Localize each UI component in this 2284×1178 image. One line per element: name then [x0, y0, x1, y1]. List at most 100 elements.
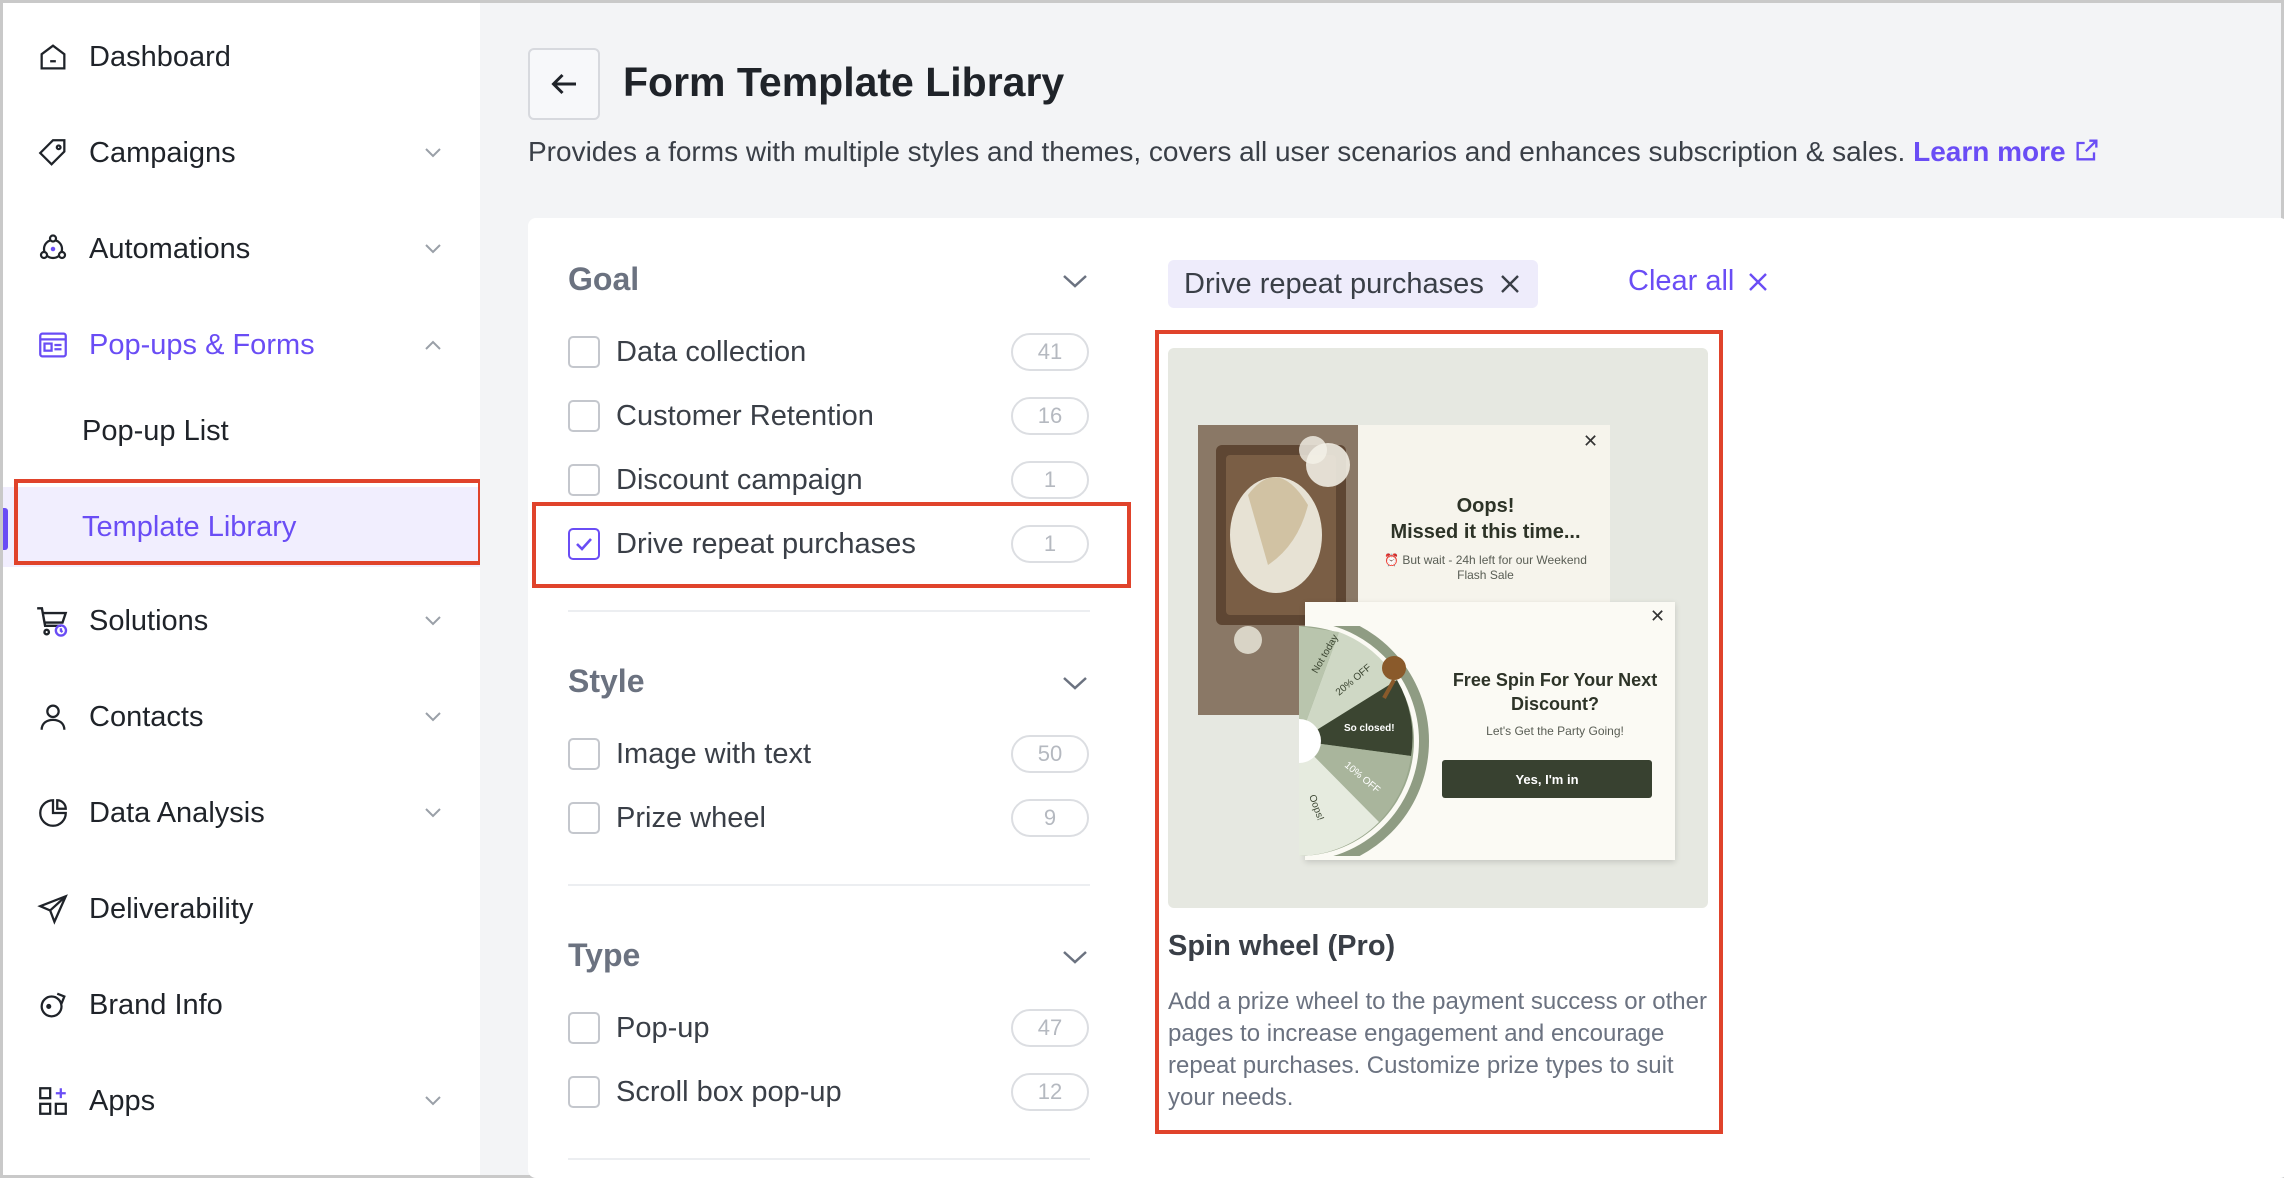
tag-icon — [33, 133, 73, 173]
divider — [568, 610, 1090, 612]
automation-icon — [33, 229, 73, 269]
filter-option-data-collection[interactable]: Data collection 41 — [568, 330, 1090, 374]
close-icon: ✕ — [1583, 431, 1599, 451]
back-button[interactable] — [528, 48, 600, 120]
sidebar-item-popups-forms[interactable]: Pop-ups & Forms — [3, 305, 480, 385]
popup-heading: Free Spin For Your Next Discount? — [1452, 670, 1658, 714]
clear-all-button[interactable]: Clear all — [1628, 265, 1770, 298]
pie-chart-icon — [33, 793, 73, 833]
chevron-down-icon — [421, 141, 445, 165]
style-section-title: Style — [568, 663, 645, 699]
sidebar-item-label: Automations — [89, 232, 251, 265]
sidebar-item-data-analysis[interactable]: Data Analysis — [3, 773, 480, 853]
checkbox[interactable] — [568, 738, 600, 770]
checkbox-checked[interactable] — [568, 528, 600, 560]
sidebar-item-label: Data Analysis — [89, 796, 265, 829]
sidebar-item-automations[interactable]: Automations — [3, 209, 480, 289]
filter-option-discount-campaign[interactable]: Discount campaign 1 — [568, 458, 1090, 502]
filter-count-badge: 47 — [1011, 1009, 1089, 1047]
template-preview[interactable]: ✕ Oops! Missed it this time... ⏰ But wai… — [1168, 348, 1708, 908]
sidebar-item-brand-info[interactable]: Brand Info — [3, 965, 480, 1045]
chevron-down-icon — [421, 705, 445, 729]
sidebar-item-label: Pop-ups & Forms — [89, 328, 315, 361]
external-link-icon — [2073, 136, 2101, 171]
page-description-text: Provides a forms with multiple styles an… — [528, 136, 1906, 167]
filter-option-label: Pop-up — [616, 1011, 710, 1044]
checkbox[interactable] — [568, 1012, 600, 1044]
template-title: Spin wheel (Pro) — [1168, 930, 1396, 962]
filter-count-badge: 16 — [1011, 397, 1089, 435]
template-library-panel: Goal Data collection 41 Customer Retenti… — [528, 218, 2284, 1178]
filter-option-prize-wheel[interactable]: Prize wheel 9 — [568, 796, 1090, 840]
chip-label: Drive repeat purchases — [1184, 267, 1484, 300]
filter-option-customer-retention[interactable]: Customer Retention 16 — [568, 394, 1090, 438]
popup-cta-button: Yes, I'm in — [1442, 760, 1652, 798]
main-content: Form Template Library Provides a forms w… — [480, 3, 2284, 1178]
checkbox[interactable] — [568, 1076, 600, 1108]
popup-subtext: Let's Get the Party Going! — [1486, 724, 1624, 738]
filter-option-popup[interactable]: Pop-up 47 — [568, 1006, 1090, 1050]
sidebar-item-label: Brand Info — [89, 988, 223, 1021]
sidebar-item-label: Deliverability — [89, 892, 254, 925]
checkbox[interactable] — [568, 464, 600, 496]
brand-icon — [33, 985, 73, 1025]
apps-icon — [33, 1081, 73, 1121]
sidebar-item-dashboard[interactable]: Dashboard — [3, 17, 480, 97]
form-icon — [33, 325, 73, 365]
learn-more-label: Learn more — [1913, 136, 2066, 167]
cart-icon — [33, 601, 73, 641]
learn-more-link[interactable]: Learn more — [1913, 136, 2101, 167]
sidebar-item-deliverability[interactable]: Deliverability — [3, 869, 480, 949]
send-icon — [33, 889, 73, 929]
filter-option-image-with-text[interactable]: Image with text 50 — [568, 732, 1090, 776]
clear-all-label: Clear all — [1628, 265, 1735, 297]
close-icon[interactable] — [1498, 272, 1522, 296]
chevron-down-icon — [421, 237, 445, 261]
close-icon: ✕ — [1650, 606, 1666, 626]
goal-section-title: Goal — [568, 261, 640, 297]
chevron-down-icon — [421, 801, 445, 825]
filter-option-drive-repeat-purchases[interactable]: Drive repeat purchases 1 — [568, 522, 1090, 566]
filter-count-badge: 41 — [1011, 333, 1089, 371]
sidebar-item-contacts[interactable]: Contacts — [3, 677, 480, 757]
checkbox[interactable] — [568, 400, 600, 432]
filter-option-label: Customer Retention — [616, 399, 874, 432]
sidebar-item-label: Pop-up List — [82, 414, 229, 447]
chevron-down-icon[interactable] — [1060, 668, 1090, 698]
chevron-down-icon[interactable] — [1060, 942, 1090, 972]
chevron-down-icon — [421, 609, 445, 633]
filter-option-label: Drive repeat purchases — [616, 527, 916, 560]
home-icon — [33, 37, 73, 77]
sidebar-item-label: Apps — [89, 1084, 156, 1117]
checkbox[interactable] — [568, 802, 600, 834]
popup-subtext: ⏰ But wait - 24h left for our Weekend Fl… — [1384, 553, 1587, 582]
user-icon — [33, 697, 73, 737]
page-description: Provides a forms with multiple styles an… — [528, 136, 2101, 171]
filter-option-label: Image with text — [616, 737, 812, 770]
type-section-title: Type — [568, 937, 641, 973]
sidebar-item-apps[interactable]: Apps — [3, 1061, 480, 1141]
sidebar-item-label: Dashboard — [89, 40, 231, 73]
sidebar-subitem-popup-list[interactable]: Pop-up List — [3, 391, 480, 471]
sidebar-item-solutions[interactable]: Solutions — [3, 581, 480, 661]
filter-count-badge: 12 — [1011, 1073, 1089, 1111]
sidebar-item-label: Campaigns — [89, 136, 236, 169]
checkbox[interactable] — [568, 336, 600, 368]
sidebar-subitem-template-library[interactable]: Template Library — [3, 487, 480, 567]
filter-option-label: Scroll box pop-up — [616, 1075, 842, 1108]
filter-option-label: Discount campaign — [616, 463, 863, 496]
svg-text:So closed!: So closed! — [1344, 723, 1395, 734]
filter-option-scroll-box-popup[interactable]: Scroll box pop-up 12 — [568, 1070, 1090, 1114]
filter-option-label: Prize wheel — [616, 801, 766, 834]
filter-count-badge: 1 — [1011, 525, 1089, 563]
chevron-down-icon[interactable] — [1060, 266, 1090, 296]
page-title: Form Template Library — [623, 59, 1065, 105]
sidebar-item-campaigns[interactable]: Campaigns — [3, 113, 480, 193]
arrow-left-icon — [546, 66, 582, 102]
filter-count-badge: 9 — [1011, 799, 1089, 837]
filter-count-badge: 50 — [1011, 735, 1089, 773]
close-icon — [1746, 270, 1770, 294]
sidebar-item-label: Contacts — [89, 700, 204, 733]
filter-count-badge: 1 — [1011, 461, 1089, 499]
sidebar: Dashboard Campaigns Automations Pop-ups … — [3, 3, 480, 1175]
